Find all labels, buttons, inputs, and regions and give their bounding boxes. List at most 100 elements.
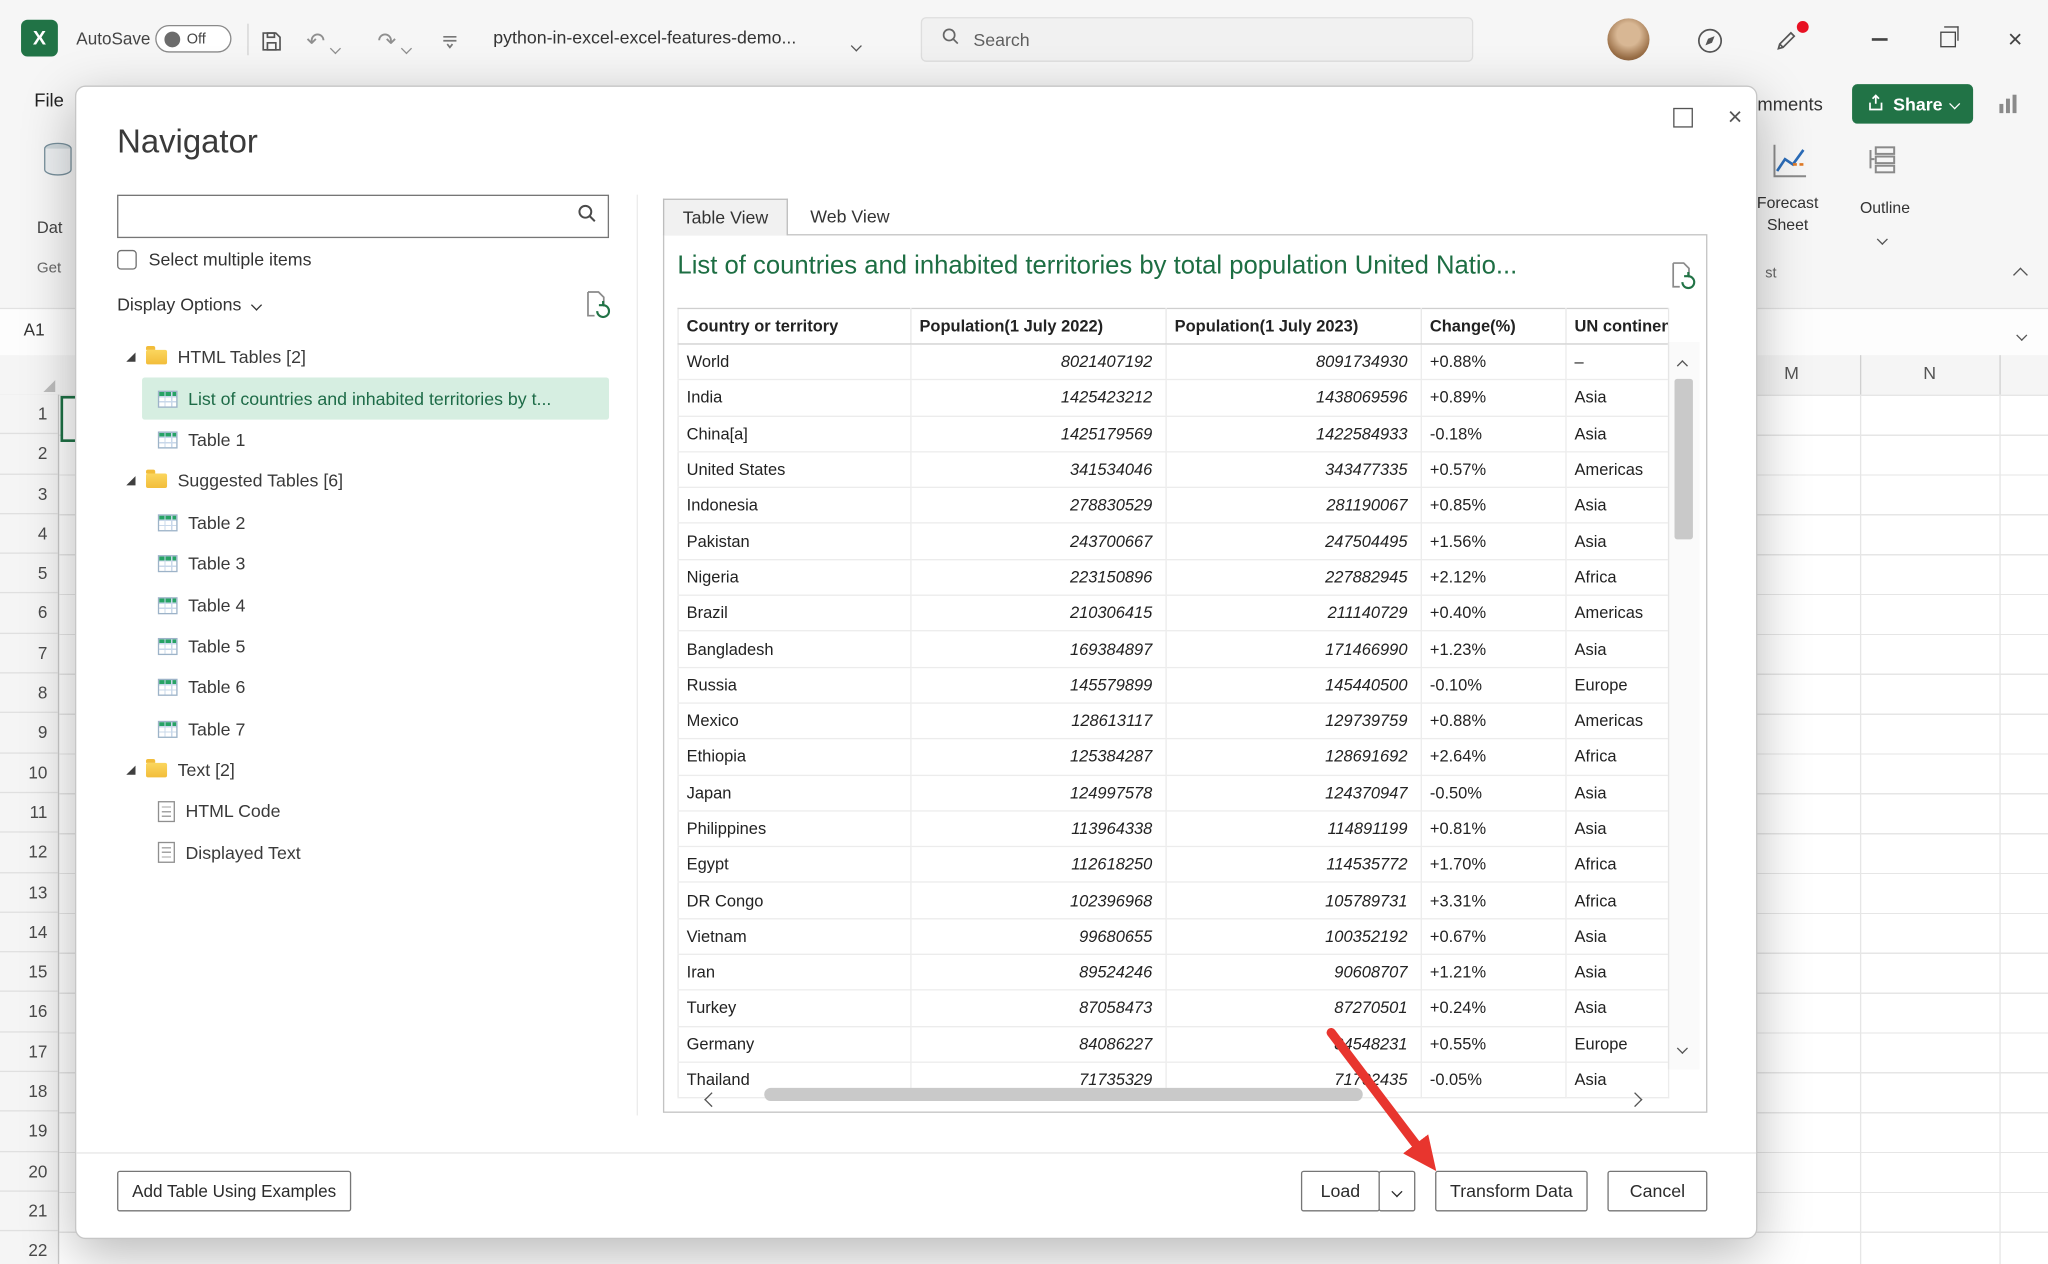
tree-item[interactable]: Table 6: [142, 667, 609, 708]
document-title[interactable]: python-in-excel-excel-features-demo...: [493, 28, 796, 48]
scroll-right-icon[interactable]: [1630, 1088, 1641, 1112]
close-button[interactable]: ×: [1982, 0, 2048, 79]
display-options-button[interactable]: Display Options: [117, 295, 260, 315]
vertical-scrollbar[interactable]: [1668, 342, 1700, 1069]
row-header[interactable]: 19: [0, 1112, 58, 1152]
row-header[interactable]: 16: [0, 992, 58, 1032]
restore-button[interactable]: [1915, 0, 1981, 79]
chart-icon[interactable]: [1997, 92, 2021, 122]
save-button[interactable]: [258, 28, 284, 54]
name-box[interactable]: A1: [24, 320, 45, 340]
title-dropdown-icon[interactable]: [852, 33, 860, 57]
select-multiple-row[interactable]: Select multiple items: [117, 250, 311, 270]
scrollbar-thumb[interactable]: [764, 1088, 1363, 1101]
population-2023-cell: 87270501: [1166, 990, 1421, 1026]
row-header[interactable]: 2: [0, 434, 58, 474]
get-data-icon[interactable]: [39, 139, 76, 190]
navigator-search-input[interactable]: [118, 207, 576, 227]
redo-dropdown-icon[interactable]: [403, 36, 411, 60]
tree-folder[interactable]: Suggested Tables [6]: [89, 461, 631, 502]
tree-folder[interactable]: Text [2]: [89, 750, 631, 791]
outline-dropdown-icon[interactable]: [1878, 226, 1886, 250]
undo-dropdown-icon[interactable]: [331, 36, 339, 60]
outline-icon[interactable]: [1865, 142, 1899, 183]
dialog-close-button[interactable]: ×: [1715, 97, 1754, 136]
row-header[interactable]: 15: [0, 953, 58, 993]
autosave-toggle[interactable]: Off: [155, 25, 231, 53]
horizontal-scrollbar[interactable]: [696, 1081, 1677, 1107]
tree-item[interactable]: Table 1: [142, 419, 609, 460]
expand-triangle-icon[interactable]: [126, 353, 135, 362]
compass-icon[interactable]: [1694, 28, 1726, 54]
row-header[interactable]: 3: [0, 474, 58, 514]
tree-item[interactable]: Table 2: [142, 502, 609, 543]
expand-triangle-icon[interactable]: [126, 477, 135, 486]
tree-item[interactable]: List of countries and inhabited territor…: [142, 378, 609, 419]
row-header[interactable]: 4: [0, 514, 58, 554]
row-header[interactable]: 9: [0, 713, 58, 753]
row-header[interactable]: 7: [0, 634, 58, 674]
row-header[interactable]: 12: [0, 833, 58, 873]
change-cell: +0.89%: [1421, 380, 1566, 416]
refresh-preview-button[interactable]: [579, 287, 613, 321]
tree-item[interactable]: HTML Code: [142, 791, 609, 832]
tab-web-view[interactable]: Web View: [810, 207, 889, 227]
scroll-left-icon[interactable]: [706, 1088, 717, 1112]
row-header[interactable]: 6: [0, 594, 58, 634]
tree-item[interactable]: Table 4: [142, 584, 609, 625]
row-header[interactable]: 1: [0, 395, 58, 435]
transform-data-button[interactable]: Transform Data: [1435, 1171, 1588, 1212]
select-multiple-checkbox[interactable]: [117, 250, 137, 270]
tree-item[interactable]: Displayed Text: [142, 832, 609, 873]
scrollbar-thumb[interactable]: [1675, 379, 1693, 539]
quick-access-customize-icon[interactable]: [437, 28, 463, 54]
scroll-down-icon[interactable]: [1678, 1035, 1686, 1059]
formula-bar-expand-icon[interactable]: [2018, 322, 2026, 346]
row-header[interactable]: 13: [0, 873, 58, 913]
comments-button-fragment[interactable]: mments: [1757, 93, 1823, 114]
row-header[interactable]: 22: [0, 1232, 58, 1264]
row-header[interactable]: 18: [0, 1072, 58, 1112]
row-header[interactable]: 20: [0, 1152, 58, 1192]
column-header-n[interactable]: N: [1860, 363, 1999, 383]
redo-button[interactable]: ↷: [374, 28, 400, 54]
search-box[interactable]: Search: [921, 17, 1473, 62]
change-cell: +3.31%: [1421, 883, 1566, 919]
row-header[interactable]: 5: [0, 554, 58, 594]
undo-button[interactable]: ↶: [303, 28, 329, 54]
file-tab[interactable]: File: [34, 89, 64, 110]
row-headers: 12345678910111213141516171819202122: [0, 395, 59, 1264]
dialog-maximize-button[interactable]: [1663, 97, 1702, 136]
navigator-search-box[interactable]: [117, 195, 609, 238]
country-cell: Turkey: [678, 990, 911, 1026]
row-header[interactable]: 10: [0, 753, 58, 793]
user-avatar[interactable]: [1607, 18, 1649, 60]
country-cell: Indonesia: [678, 488, 911, 524]
minimize-button[interactable]: [1847, 0, 1913, 79]
continent-cell: Americas: [1566, 595, 1669, 631]
preview-refresh-icon[interactable]: [1667, 259, 1696, 297]
select-all-corner[interactable]: [43, 380, 55, 392]
row-header[interactable]: 17: [0, 1032, 58, 1072]
outline-label[interactable]: Outline: [1849, 197, 1920, 220]
row-header[interactable]: 14: [0, 913, 58, 953]
share-dropdown-icon[interactable]: [1949, 98, 1960, 109]
ribbon-collapse-icon[interactable]: [2015, 263, 2026, 287]
row-header[interactable]: 21: [0, 1192, 58, 1232]
row-header[interactable]: 8: [0, 674, 58, 714]
add-table-examples-button[interactable]: Add Table Using Examples: [117, 1171, 351, 1212]
expand-triangle-icon[interactable]: [126, 766, 135, 775]
tree-folder[interactable]: HTML Tables [2]: [89, 337, 631, 378]
tree-item[interactable]: Table 7: [142, 708, 609, 749]
share-button[interactable]: Share: [1852, 84, 1973, 123]
load-button[interactable]: Load: [1301, 1171, 1380, 1212]
forecast-sheet-icon[interactable]: [1768, 139, 1810, 188]
cancel-button[interactable]: Cancel: [1607, 1171, 1707, 1212]
tree-item[interactable]: Table 5: [142, 626, 609, 667]
tree-item[interactable]: Table 3: [142, 543, 609, 584]
scroll-up-icon[interactable]: [1678, 353, 1686, 377]
pen-icon[interactable]: [1773, 28, 1799, 54]
row-header[interactable]: 11: [0, 793, 58, 833]
load-dropdown-button[interactable]: [1379, 1171, 1416, 1212]
tab-table-view[interactable]: Table View: [663, 199, 788, 236]
